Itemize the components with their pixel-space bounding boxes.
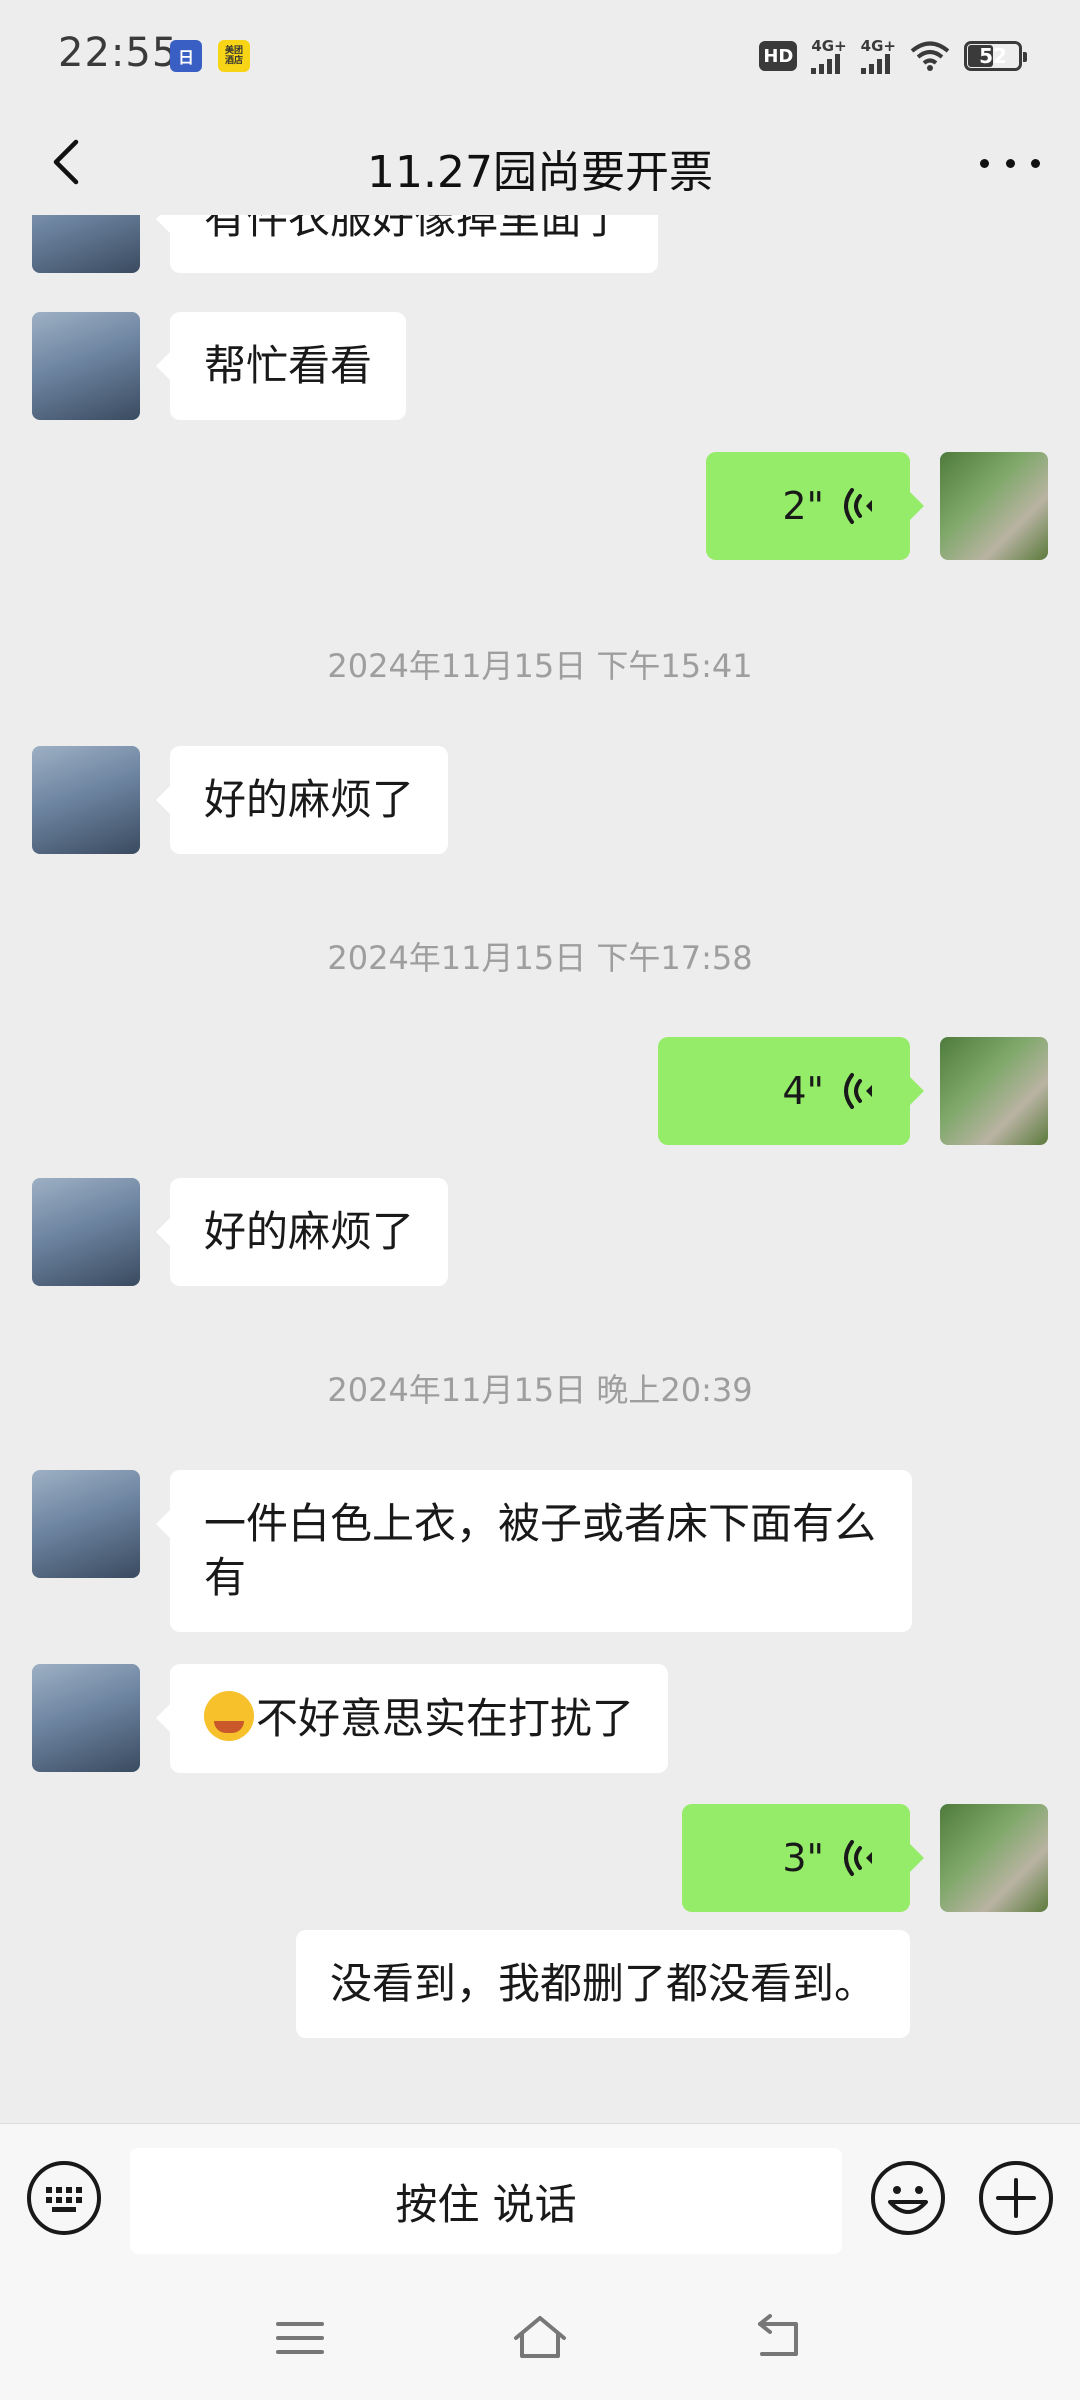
battery-icon: 52	[964, 41, 1027, 71]
voice-wave-icon	[844, 488, 872, 524]
my-avatar[interactable]	[940, 452, 1048, 560]
contact-avatar[interactable]	[32, 1664, 140, 1772]
system-navigation-bar	[0, 2270, 1080, 2400]
voice-duration: 3"	[782, 1836, 824, 1880]
smiley-icon[interactable]	[870, 2160, 946, 2236]
message-incoming: 帮忙看看	[0, 312, 1080, 420]
voice-wave-icon	[844, 1073, 872, 1109]
chat-header: 11.27园尚要开票	[0, 110, 1080, 215]
contact-avatar[interactable]	[32, 1178, 140, 1286]
keyboard-icon[interactable]	[26, 2160, 102, 2236]
message-text[interactable]: 好的麻烦了	[155, 746, 449, 854]
more-dots-icon[interactable]	[980, 138, 1040, 188]
back-icon[interactable]	[752, 2310, 808, 2366]
wifi-icon	[910, 41, 950, 71]
contact-avatar[interactable]	[32, 746, 140, 854]
voice-duration: 4"	[782, 1069, 824, 1113]
plus-circle-icon[interactable]	[978, 2160, 1054, 2236]
message-incoming: 有件衣服好像掉里面了	[0, 215, 1080, 295]
contact-avatar[interactable]	[32, 1470, 140, 1578]
my-avatar[interactable]	[940, 1037, 1048, 1145]
input-bar: 按住 说话	[0, 2123, 1080, 2270]
signal-icon: 4G+	[811, 36, 847, 74]
voice-message[interactable]: 4"	[658, 1037, 924, 1145]
message-outgoing: 2"	[0, 452, 1080, 560]
crying-laughing-emoji-icon	[204, 1691, 254, 1741]
message-text[interactable]: 帮忙看看	[155, 312, 407, 420]
message-timestamp: 2024年11月15日 晚上20:39	[327, 1371, 753, 1409]
home-icon[interactable]	[510, 2310, 570, 2366]
voice-duration: 2"	[782, 484, 824, 528]
message-outgoing-transcription: 没看到，我都删了都没看到。	[0, 1930, 1080, 2038]
status-bar: 22:55 日 美团 酒店 HD 4G+ 4G+ 52	[0, 0, 1080, 110]
signal-icon: 4G+	[860, 36, 896, 74]
message-incoming: 好的麻烦了	[0, 1178, 1080, 1286]
contact-avatar[interactable]	[32, 312, 140, 420]
message-incoming: 好的麻烦了	[0, 746, 1080, 854]
menu-icon[interactable]	[272, 2310, 328, 2366]
message-text[interactable]: 一件白色上衣，被子或者床下面有么有	[156, 1470, 912, 1632]
meituan-hotel-icon: 美团 酒店	[218, 40, 250, 72]
voice-wave-icon	[844, 1840, 872, 1876]
voice-transcription-text[interactable]: 没看到，我都删了都没看到。	[295, 1930, 910, 2038]
contact-avatar[interactable]	[32, 215, 140, 273]
message-incoming: 一件白色上衣，被子或者床下面有么有	[0, 1470, 1080, 1634]
chat-message-list[interactable]: 有件衣服好像掉里面了 帮忙看看 2" 2024年11月15日 下午15:41 好…	[0, 215, 1080, 2123]
network-label: 4G+	[860, 36, 896, 55]
status-time: 22:55	[58, 30, 179, 76]
page-title: 11.27园尚要开票	[367, 147, 713, 198]
network-label: 4G+	[811, 36, 847, 55]
message-text[interactable]: 好的麻烦了	[155, 1178, 449, 1286]
message-text[interactable]: 不好意思实在打扰了	[155, 1664, 669, 1773]
message-timestamp: 2024年11月15日 下午17:58	[327, 939, 753, 977]
hd-voice-icon: HD	[759, 41, 798, 71]
message-text[interactable]: 有件衣服好像掉里面了	[155, 215, 659, 273]
voice-message[interactable]: 3"	[682, 1804, 924, 1912]
voice-message[interactable]: 2"	[706, 452, 924, 560]
my-avatar[interactable]	[940, 1804, 1048, 1912]
app-notification-icon: 日	[170, 40, 202, 72]
message-outgoing: 4"	[0, 1037, 1080, 1145]
battery-level: 52	[979, 44, 1007, 68]
status-indicators: HD 4G+ 4G+ 52	[759, 36, 1027, 76]
message-outgoing: 3"	[0, 1804, 1080, 1912]
message-timestamp: 2024年11月15日 下午15:41	[327, 647, 753, 685]
message-incoming: 不好意思实在打扰了	[0, 1664, 1080, 1773]
hold-to-talk-button[interactable]: 按住 说话	[130, 2148, 842, 2254]
message-text-content: 不好意思实在打扰了	[256, 1694, 635, 1743]
